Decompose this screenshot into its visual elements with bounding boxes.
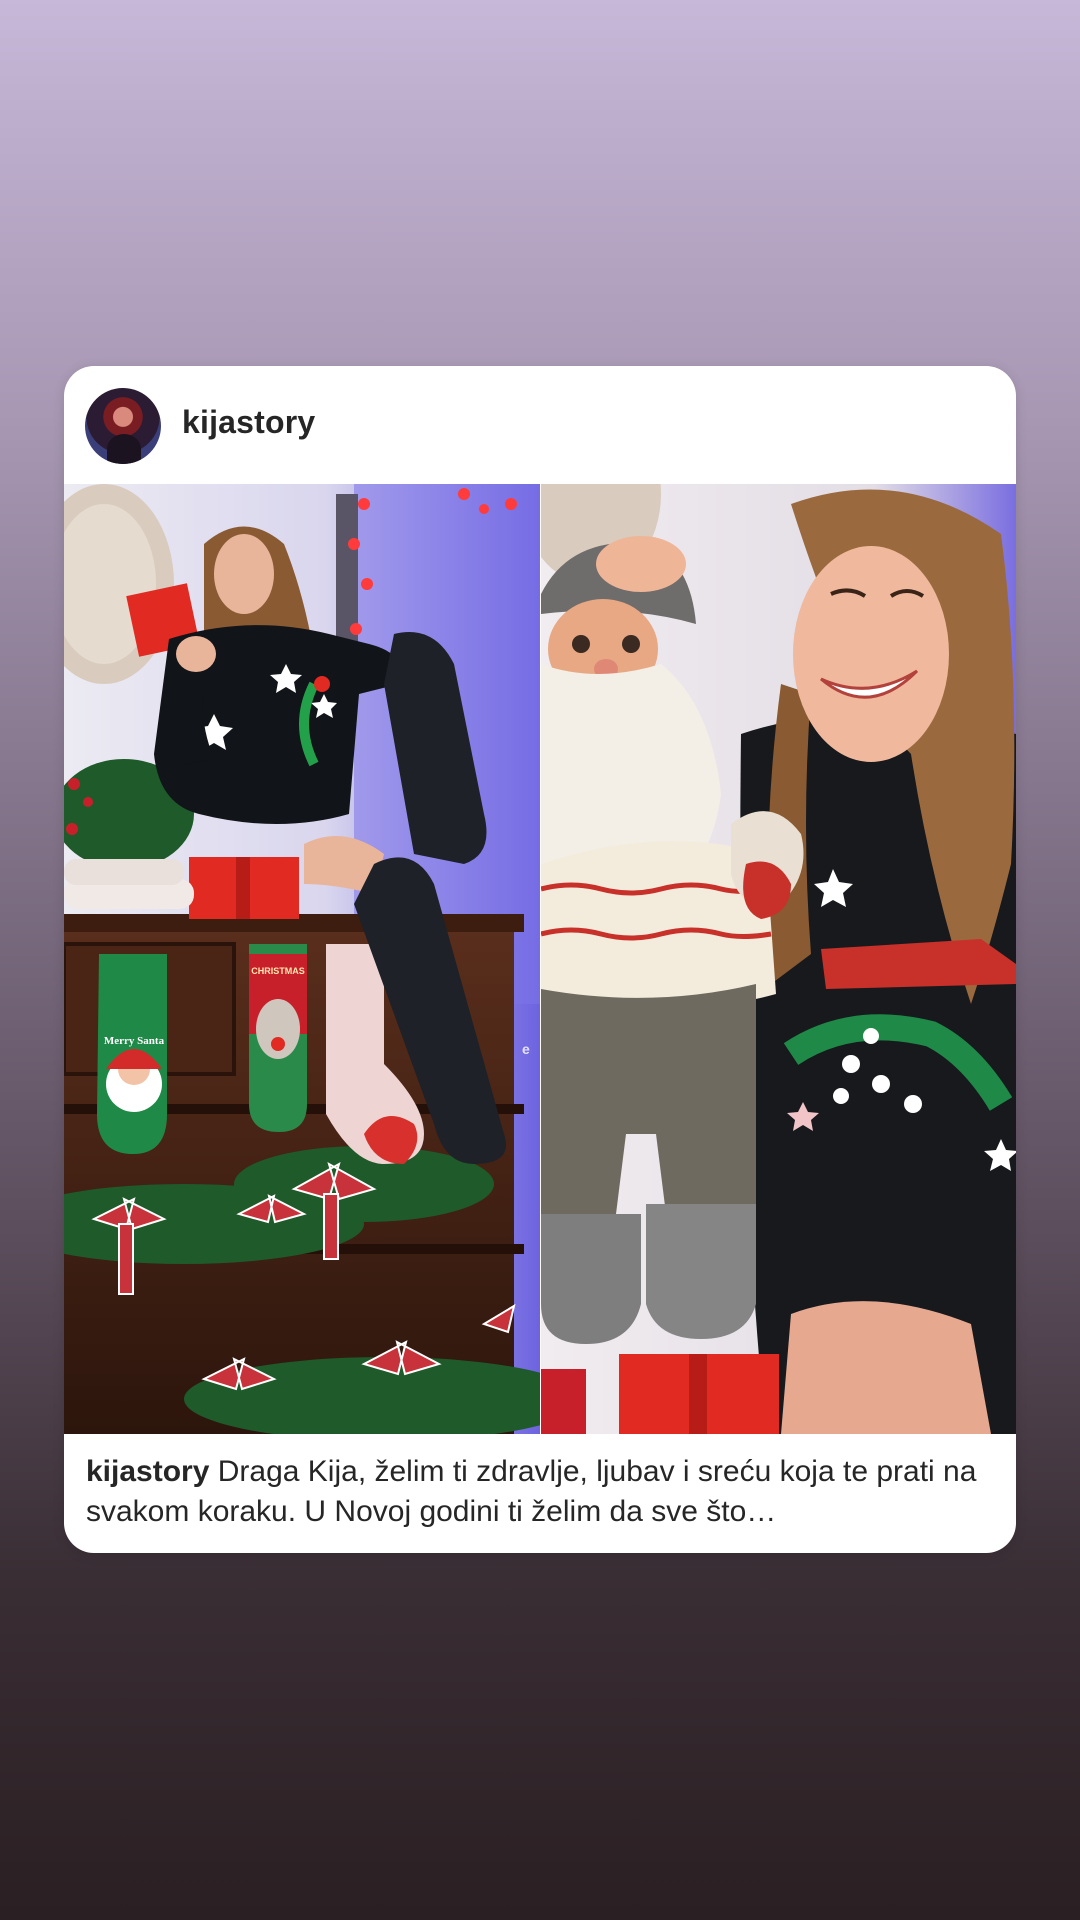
hanging-sock-green bbox=[97, 954, 167, 1154]
caption-text: Draga Kija, želim ti zdravlje, ljubav i … bbox=[86, 1455, 977, 1528]
post-header: kijastory bbox=[64, 366, 1016, 484]
photo-left: Merry Santa CHRISTMAS e bbox=[64, 484, 540, 1434]
sock-label: CHRISTMAS bbox=[251, 966, 305, 976]
post-images[interactable]: Merry Santa CHRISTMAS e bbox=[64, 484, 1016, 1434]
photo-right bbox=[541, 484, 1016, 1434]
photo-right-illustration bbox=[541, 484, 1016, 1434]
post-caption[interactable]: kijastory Draga Kija, želim ti zdravlje,… bbox=[86, 1452, 996, 1532]
photo-left-illustration: Merry Santa CHRISTMAS e bbox=[64, 484, 540, 1434]
post-username[interactable]: kijastory bbox=[182, 404, 315, 441]
shared-post-card[interactable]: kijastory Merry Santa CHRISTMAS e kijast… bbox=[64, 366, 1016, 1553]
caption-username[interactable]: kijastory bbox=[86, 1455, 209, 1488]
svg-text:e: e bbox=[522, 1041, 530, 1057]
profile-avatar[interactable] bbox=[85, 388, 161, 464]
sock-text: Merry Santa bbox=[104, 1035, 165, 1047]
